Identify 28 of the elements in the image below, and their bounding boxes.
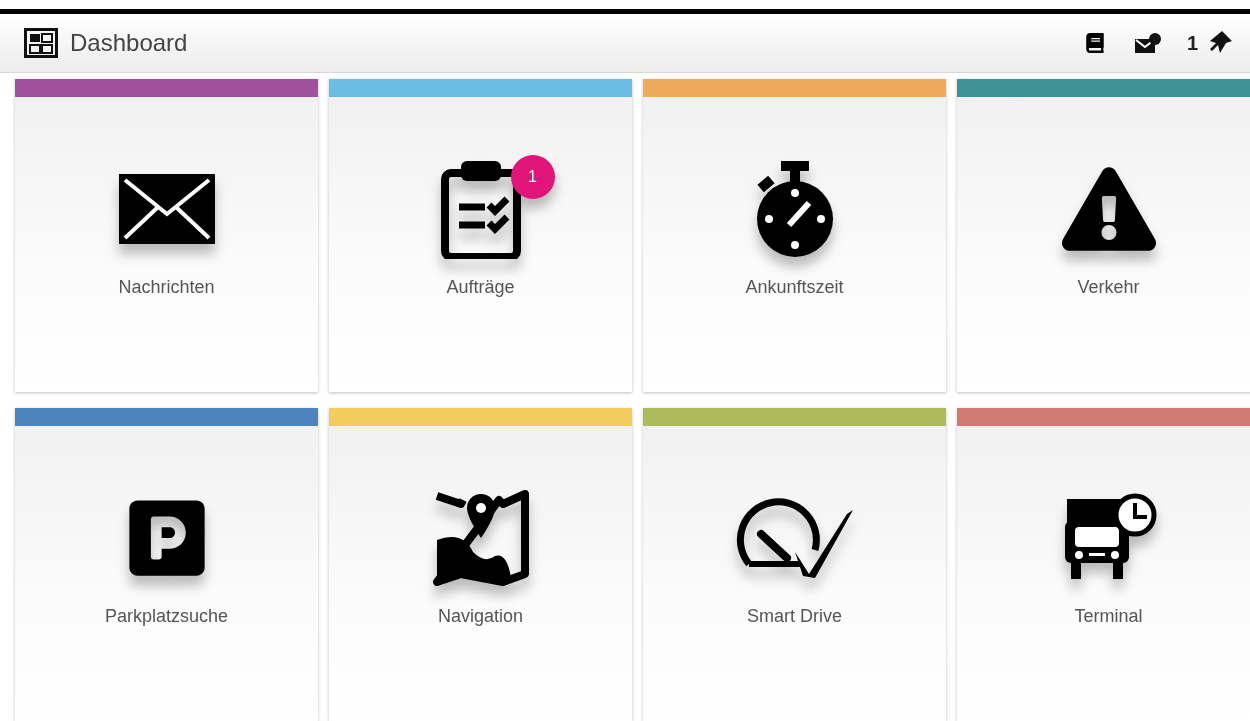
tile-label: Ankunftszeit	[745, 277, 844, 298]
pin-icon[interactable]	[1210, 31, 1232, 55]
dashboard-icon	[24, 28, 58, 58]
tile-label: Nachrichten	[118, 277, 215, 298]
clipboard-icon	[440, 159, 521, 259]
envelope-icon[interactable]	[1134, 33, 1161, 53]
dashboard-tile[interactable]: Nachrichten	[15, 79, 318, 392]
tile-label: Verkehr	[1077, 277, 1140, 298]
envelope-icon	[118, 174, 215, 244]
page-title: Dashboard	[70, 29, 189, 57]
dashboard-tile[interactable]: Navigation	[329, 408, 632, 721]
tile-label: Smart Drive	[747, 606, 842, 627]
dashboard-tile[interactable]: Verkehr	[957, 79, 1250, 392]
tile-label: Parkplatzsuche	[104, 606, 229, 627]
book-icon[interactable]	[1084, 33, 1105, 53]
tile-label: Navigation	[437, 606, 524, 627]
dashboard-tile[interactable]: Ankunftszeit	[643, 79, 946, 392]
stopwatch-icon	[754, 159, 835, 259]
dashboard-tile[interactable]: Parkplatzsuche	[15, 408, 318, 721]
notification-count: 1	[1186, 31, 1198, 55]
count-badge: 1	[510, 155, 555, 199]
dashboard-tile[interactable]: Smart Drive	[643, 408, 946, 721]
tile-label: Aufträge	[446, 277, 515, 298]
speedometer-check-icon	[734, 498, 855, 578]
map-pin-icon	[432, 490, 529, 586]
tile-label: Terminal	[1074, 606, 1143, 627]
dashboard-tile[interactable]: Terminal	[957, 408, 1250, 721]
dashboard-tile[interactable]: 1 Aufträge	[329, 79, 632, 392]
